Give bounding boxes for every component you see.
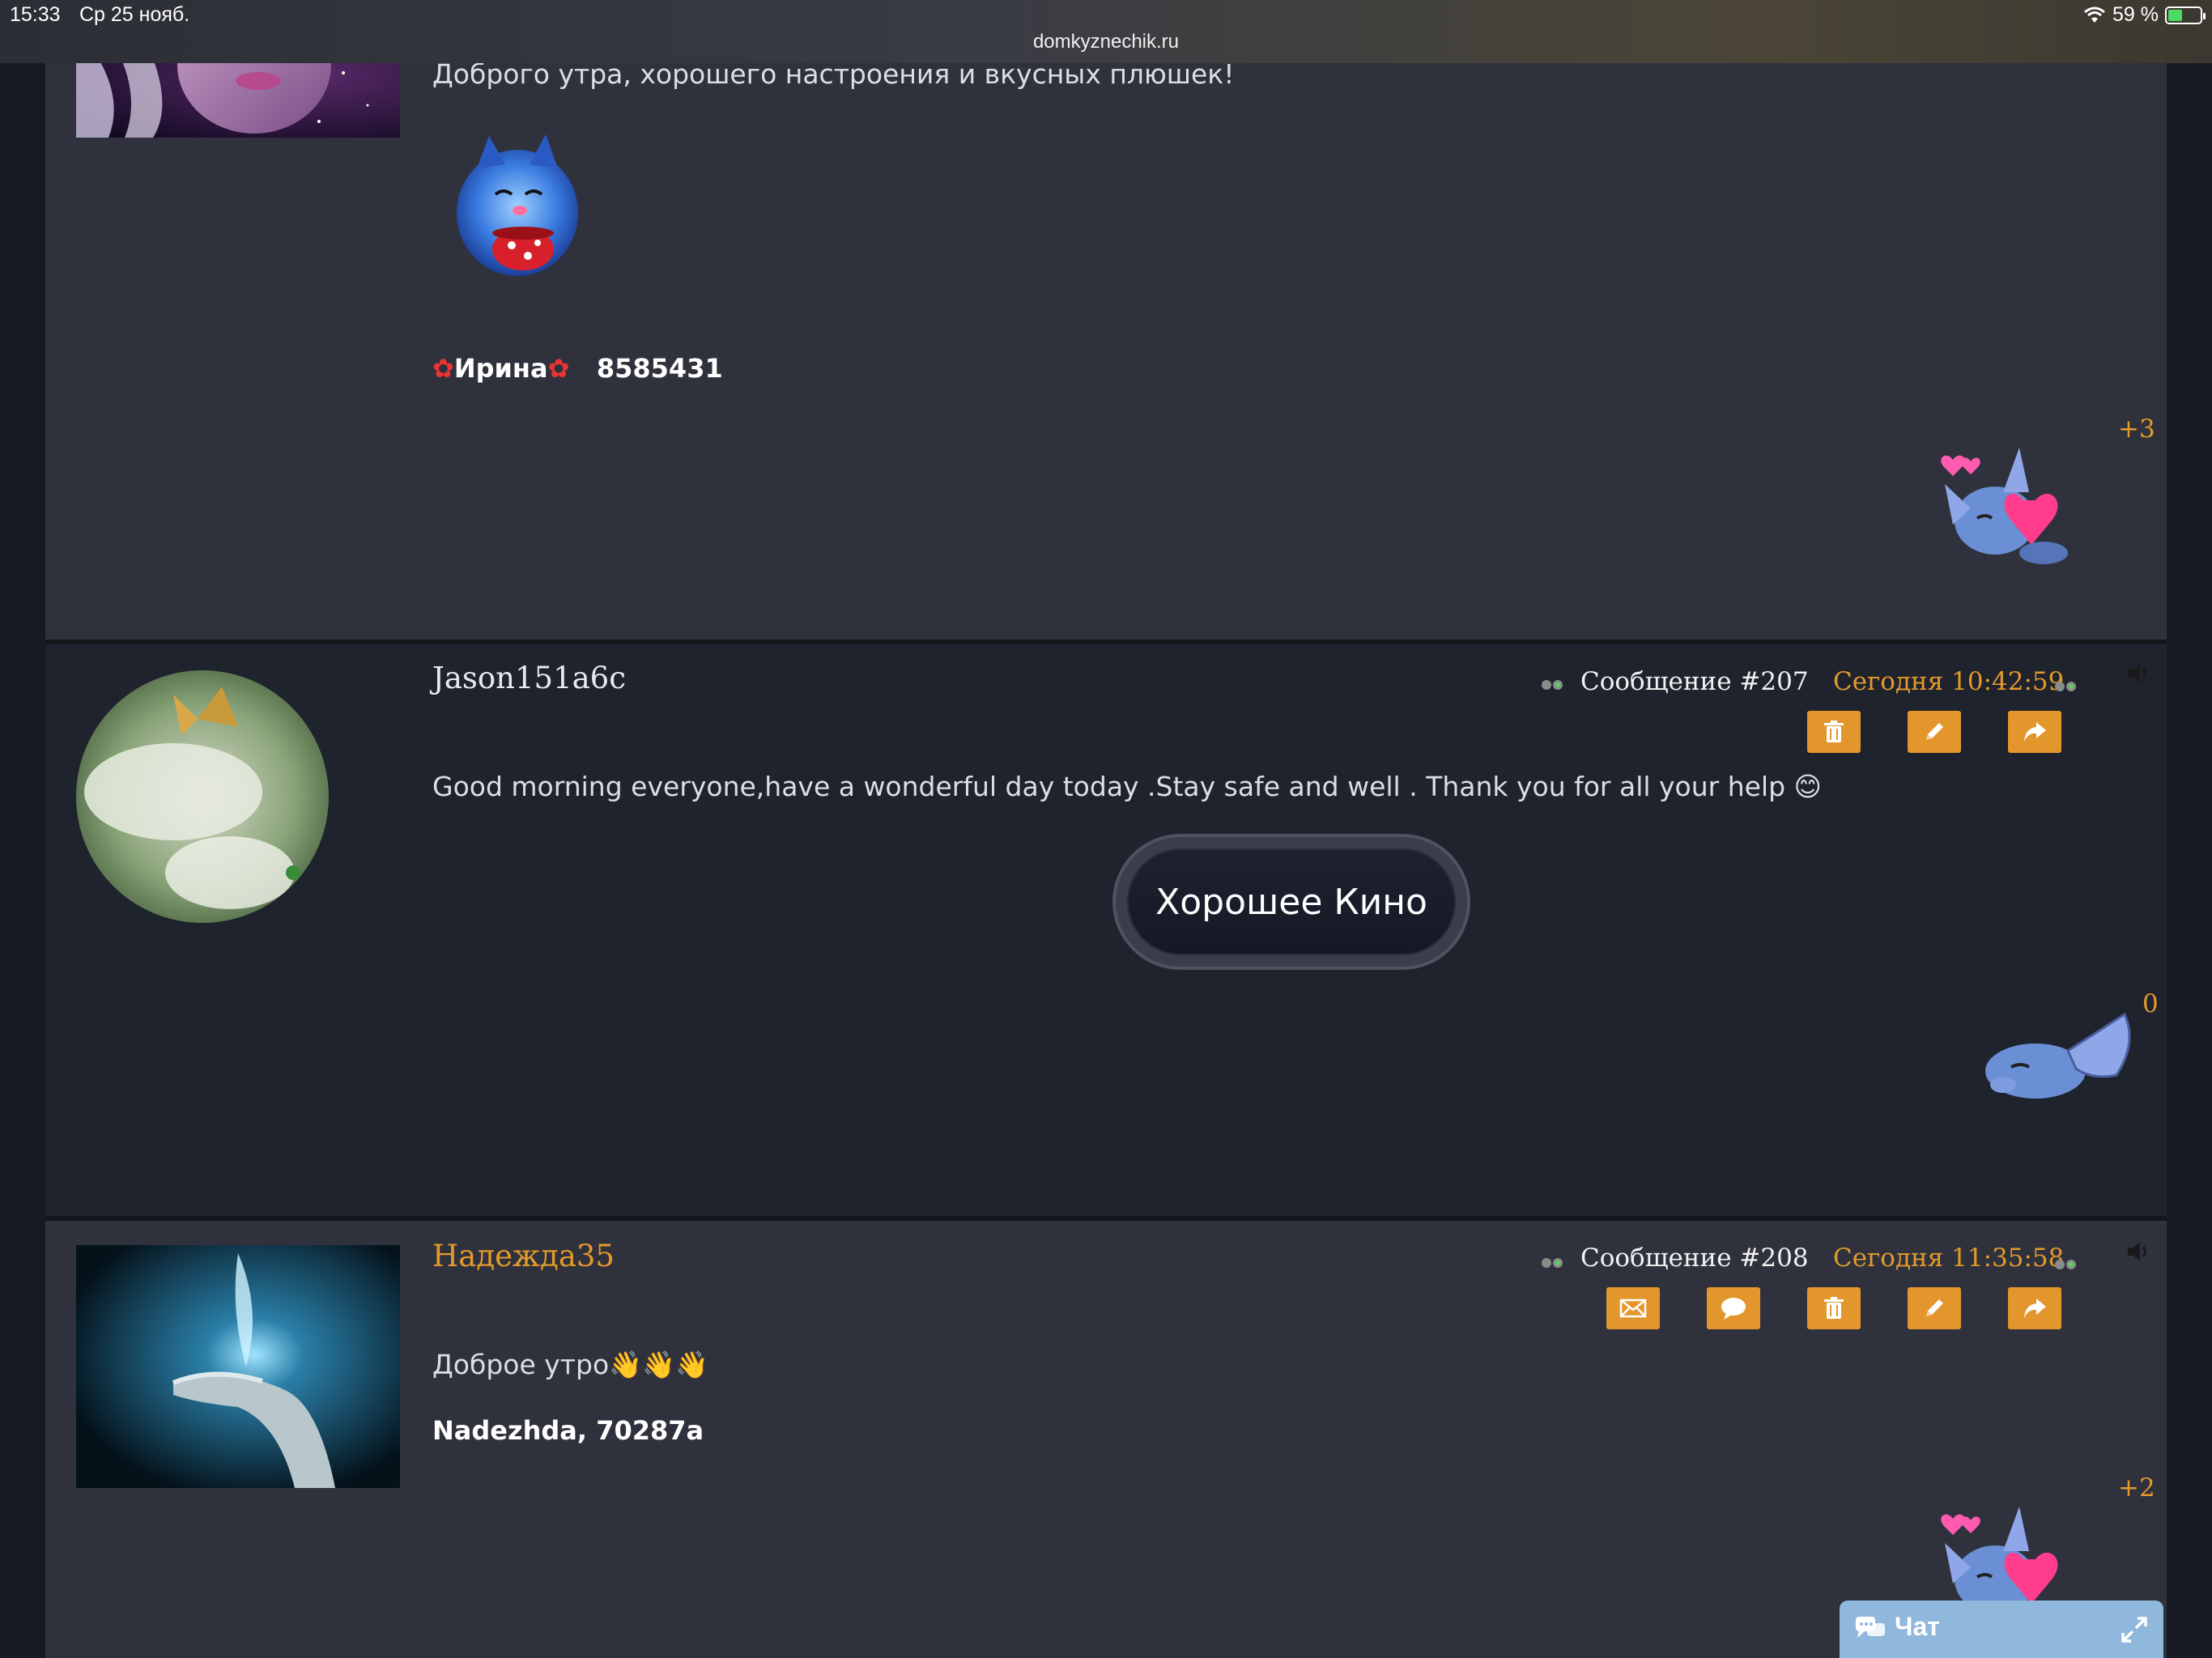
message-number[interactable]: Сообщение #207 xyxy=(1580,667,1809,696)
reply-button[interactable] xyxy=(1707,1287,1760,1329)
like-sticker-icon[interactable] xyxy=(1979,1010,2141,1099)
delete-button[interactable] xyxy=(1807,1287,1861,1329)
battery-percent: 59 % xyxy=(2112,3,2159,26)
address-bar-url[interactable]: domkyznechik.ru xyxy=(0,31,2212,53)
forum-post: Jason151a6c Сообщение #207 Сегодня 10:42… xyxy=(45,644,2167,1216)
edit-button[interactable] xyxy=(1908,1287,1961,1329)
flower-icon: ✿ xyxy=(547,353,570,384)
good-movie-button[interactable]: Хорошее Кино xyxy=(1116,837,1467,967)
speaker-icon[interactable] xyxy=(2125,1239,2152,1265)
message-time: Сегодня 10:42:59 xyxy=(1833,667,2065,696)
trash-icon xyxy=(1824,721,1844,742)
message-time: Сегодня 11:35:58 xyxy=(1833,1244,2065,1273)
status-indicators: 59 % xyxy=(2083,3,2206,27)
post-signature: Nadezhda, 70287a xyxy=(432,1415,704,1446)
battery-icon xyxy=(2165,6,2206,24)
share-arrow-icon xyxy=(2024,1299,2046,1318)
pencil-icon xyxy=(1926,723,1943,740)
username[interactable]: Jason151a6c xyxy=(432,661,626,695)
glasses-icon[interactable] xyxy=(1540,675,1564,691)
like-count[interactable]: +3 xyxy=(2118,414,2155,444)
signature-name: Ирина xyxy=(453,353,548,384)
status-time: 15:33 xyxy=(10,3,61,26)
sticker-blue-cat xyxy=(457,134,578,276)
post-text: Доброе утро👋👋👋 xyxy=(432,1349,709,1380)
message-number[interactable]: Сообщение #208 xyxy=(1580,1244,1809,1273)
like-count[interactable]: 0 xyxy=(2142,989,2159,1018)
flower-icon: ✿ xyxy=(432,353,454,384)
edit-button[interactable] xyxy=(1908,711,1961,753)
username[interactable]: Надежда35 xyxy=(432,1239,615,1273)
share-arrow-icon xyxy=(2024,722,2046,742)
status-bar: 15:33 Ср 25 нояб. domkyznechik.ru 59 % xyxy=(0,0,2212,63)
glasses-icon[interactable] xyxy=(2053,677,2078,693)
post-text: Good morning everyone,have a wonderful d… xyxy=(432,771,1822,802)
glasses-icon[interactable] xyxy=(1540,1253,1564,1269)
delete-button[interactable] xyxy=(1807,711,1861,753)
share-button[interactable] xyxy=(2008,1287,2061,1329)
good-movie-button-label[interactable]: Хорошее Кино xyxy=(1127,848,1456,955)
private-message-button[interactable] xyxy=(1606,1287,1660,1329)
post-signature: ✿Ирина✿ 8585431 xyxy=(432,353,723,384)
forum-post: Надежда35 Сообщение #208 Сегодня 11:35:5… xyxy=(45,1221,2167,1658)
signature-code: 8585431 xyxy=(596,353,723,384)
envelope-icon xyxy=(1619,1299,1647,1318)
like-sticker-icon[interactable] xyxy=(1938,444,2092,569)
trash-icon xyxy=(1824,1297,1844,1319)
share-button[interactable] xyxy=(2008,711,2061,753)
chat-widget[interactable]: Чат xyxy=(1840,1601,2163,1658)
like-count[interactable]: +2 xyxy=(2118,1473,2155,1503)
user-avatar[interactable] xyxy=(76,670,329,923)
user-avatar[interactable] xyxy=(76,1245,400,1488)
chat-bubbles-icon xyxy=(1856,1617,1885,1638)
speech-bubble-icon xyxy=(1721,1298,1746,1320)
forum-post: Доброго утра, хорошего настроения и вкус… xyxy=(45,0,2167,640)
wifi-icon xyxy=(2084,6,2105,23)
expand-icon[interactable] xyxy=(2120,1615,2149,1644)
chat-label: Чат xyxy=(1895,1612,1940,1641)
pencil-icon xyxy=(1926,1299,1943,1316)
status-date: Ср 25 нояб. xyxy=(79,3,190,26)
glasses-icon[interactable] xyxy=(2053,1255,2078,1271)
speaker-icon[interactable] xyxy=(2125,661,2152,687)
